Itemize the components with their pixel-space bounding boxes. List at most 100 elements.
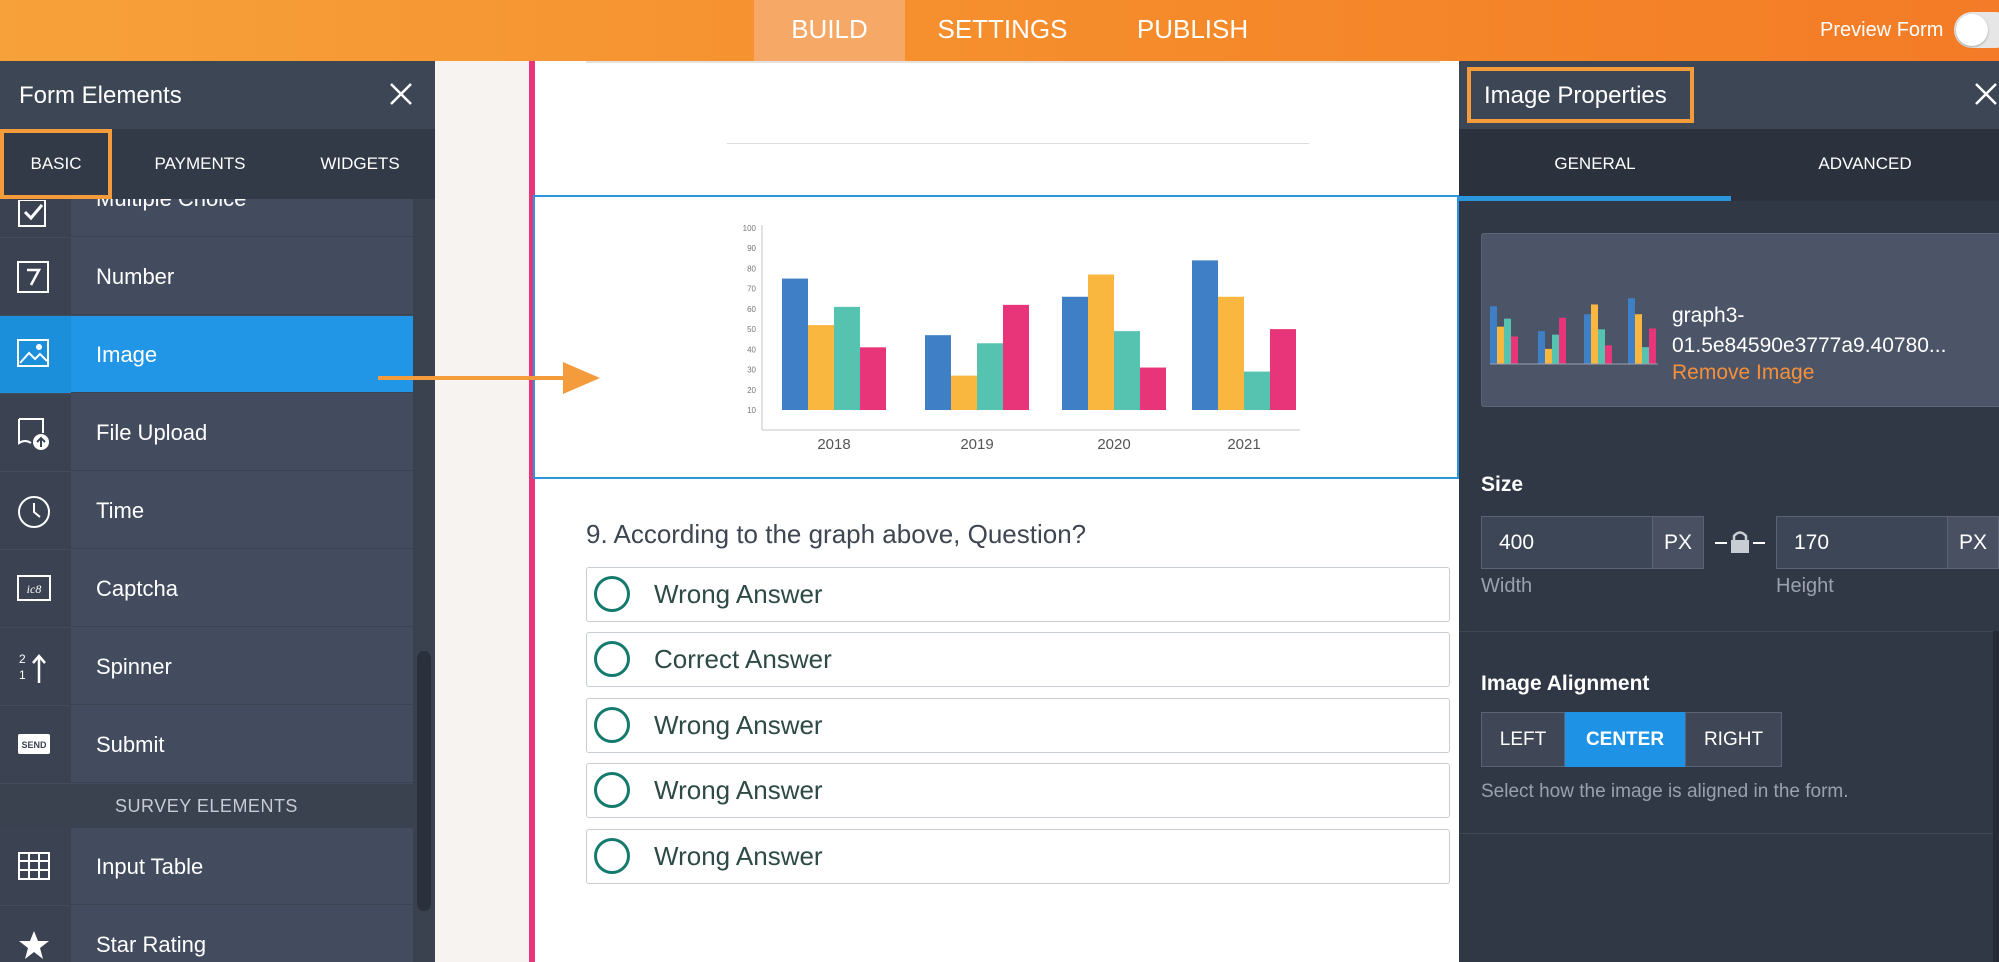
right-scrollbar[interactable]	[1993, 631, 1999, 962]
image-properties-panel: Image Properties GENERAL ADVANCED graph3…	[1459, 61, 1999, 962]
thumbnail-bar	[1635, 314, 1642, 364]
option-label: Wrong Answer	[654, 579, 823, 609]
tab-build[interactable]: BUILD	[754, 0, 905, 61]
align-right-button[interactable]: RIGHT	[1685, 712, 1782, 767]
file-upload-icon	[18, 418, 49, 450]
image-file-name: graph3-01.5e84590e3777a9.40780...	[1672, 304, 1947, 357]
element-submit[interactable]: SEND Submit	[0, 706, 413, 783]
height-input[interactable]: 170	[1776, 516, 1948, 569]
element-icon-box	[0, 472, 71, 549]
align-center-button[interactable]: CENTER	[1565, 712, 1685, 767]
element-label: Submit	[96, 732, 165, 757]
answer-option[interactable]: Wrong Answer	[586, 567, 1450, 622]
tab-settings[interactable]: SETTINGS	[905, 0, 1100, 61]
element-image[interactable]: Image	[0, 316, 413, 393]
thumbnail-bar	[1497, 326, 1504, 364]
table-icon	[18, 852, 50, 880]
tab-publish[interactable]: PUBLISH	[1120, 0, 1265, 61]
align-left-button[interactable]: LEFT	[1481, 712, 1565, 767]
height-label: Height	[1776, 575, 1834, 597]
tab-advanced[interactable]: ADVANCED	[1731, 129, 1999, 201]
form-divider	[727, 143, 1309, 144]
chart-bar	[1218, 296, 1244, 410]
number-icon	[17, 261, 49, 293]
element-label: File Upload	[96, 420, 208, 445]
height-unit: PX	[1947, 516, 1999, 569]
chart-bar	[834, 306, 860, 410]
checkbox-icon	[18, 200, 46, 227]
chart-bar	[808, 325, 834, 410]
element-file-upload[interactable]: File Upload	[0, 394, 413, 471]
element-number[interactable]: Number	[0, 238, 413, 315]
element-icon-box	[0, 906, 71, 962]
y-tick-label: 90	[747, 244, 756, 253]
element-icon-box: ic8	[0, 550, 71, 627]
alignment-help-text: Select how the image is aligned in the f…	[1481, 781, 1849, 802]
answer-option[interactable]: Wrong Answer	[586, 829, 1450, 884]
close-icon[interactable]	[388, 81, 414, 107]
element-spinner[interactable]: 2 1 Spinner	[0, 628, 413, 705]
survey-elements-header: SURVEY ELEMENTS	[0, 784, 413, 828]
element-label: Image	[96, 342, 158, 367]
radio-button[interactable]	[594, 576, 630, 612]
element-captcha[interactable]: ic8 Captcha	[0, 550, 413, 627]
radio-button[interactable]	[594, 838, 630, 874]
x-tick-label: 2018	[817, 436, 850, 453]
chart-bar	[1114, 331, 1140, 410]
chart-bar	[1192, 260, 1218, 410]
y-tick-label: 50	[747, 325, 756, 334]
form-elements-panel: Form Elements BASIC PAYMENTS WIDGETS Mul…	[0, 61, 435, 962]
image-alignment-label: Image Alignment	[1481, 672, 1650, 695]
element-label: Spinner	[96, 654, 172, 679]
tab-general[interactable]: GENERAL	[1459, 129, 1731, 201]
left-scrollbar-thumb[interactable]	[417, 651, 431, 911]
answer-option[interactable]: Wrong Answer	[586, 698, 1450, 753]
option-label: Wrong Answer	[654, 710, 823, 740]
lock-icon[interactable]	[1715, 528, 1765, 556]
element-time[interactable]: Time	[0, 472, 413, 549]
chart-bar	[782, 278, 808, 410]
element-icon-box	[0, 828, 71, 905]
annotation-arrow	[378, 362, 600, 394]
svg-text:SEND: SEND	[21, 740, 47, 750]
y-tick-label: 60	[747, 305, 756, 314]
tab-payments[interactable]: PAYMENTS	[130, 129, 270, 199]
thumbnail-bar	[1538, 331, 1545, 364]
element-icon-box: 2 1	[0, 628, 71, 705]
answer-option[interactable]: Wrong Answer	[586, 763, 1450, 818]
element-label: Number	[96, 264, 175, 289]
x-tick-label: 2020	[1097, 436, 1130, 453]
element-icon-box	[0, 394, 71, 471]
x-tick-label: 2019	[960, 436, 993, 453]
thumbnail-bar	[1552, 334, 1559, 364]
tab-basic[interactable]: BASIC	[0, 129, 112, 199]
y-tick-label: 20	[747, 386, 756, 395]
tab-widgets[interactable]: WIDGETS	[280, 129, 435, 199]
x-tick-label: 2021	[1227, 436, 1260, 453]
radio-button[interactable]	[594, 641, 630, 677]
clock-icon	[18, 496, 50, 528]
element-input-table[interactable]: Input Table	[0, 828, 413, 905]
preview-toggle-knob[interactable]	[1956, 14, 1988, 46]
radio-button[interactable]	[594, 707, 630, 743]
send-icon: SEND	[18, 734, 50, 754]
image-thumbnail	[1486, 264, 1662, 374]
width-input[interactable]: 400	[1481, 516, 1653, 569]
option-label: Wrong Answer	[654, 775, 823, 805]
remove-image-link[interactable]: Remove Image	[1672, 361, 1814, 385]
thumbnail-bar	[1559, 317, 1566, 364]
table-bottom-edge	[586, 61, 1440, 63]
element-icon-box	[0, 316, 71, 393]
option-label: Correct Answer	[654, 644, 832, 674]
element-multiple-choice[interactable]: Multiple Choice	[0, 199, 413, 237]
thumbnail-bar	[1545, 348, 1552, 364]
chart-bar	[1003, 304, 1029, 410]
element-star-rating[interactable]: Star Rating	[0, 906, 413, 962]
close-icon[interactable]	[1973, 81, 1999, 107]
answer-option[interactable]: Correct Answer	[586, 632, 1450, 687]
radio-button[interactable]	[594, 772, 630, 808]
chart-bar	[977, 343, 1003, 410]
size-label: Size	[1481, 473, 1524, 496]
element-category-tabs: BASIC PAYMENTS WIDGETS	[0, 129, 435, 199]
thumbnail-bar	[1649, 328, 1656, 364]
